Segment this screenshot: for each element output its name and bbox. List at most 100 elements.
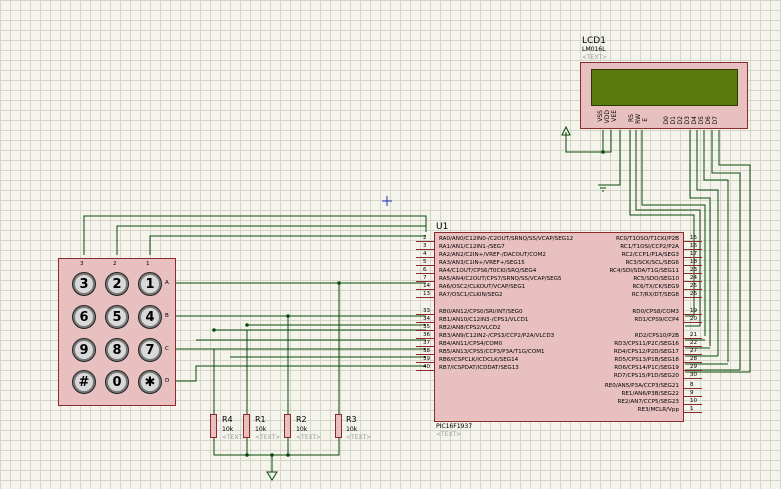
- mcu-left-pin-lead: [416, 354, 434, 355]
- mcu-left-pin-name: RB2/AN8/CPS2/VLCD2: [439, 325, 501, 331]
- mcu-right-pin-lead: [684, 265, 702, 266]
- keypad-row-c: C: [165, 346, 169, 352]
- lcd-pin-d3: D3: [684, 116, 691, 125]
- mcu-left-pin-lead: [416, 273, 434, 274]
- mcu-right-pin-name: RC4/SDI/SDA/T1G/SEG11: [609, 268, 679, 274]
- lcd-pin-d4: D4: [691, 116, 698, 125]
- key-4-label: 4: [141, 308, 159, 326]
- mcu-right-pin-name: RC3/SCK/SCL/SEG6: [625, 260, 679, 266]
- mcu-right-pin-name: RD7/CPS15/P1D/SEG20: [613, 373, 679, 379]
- mcu-left-pin-lead: [416, 322, 434, 323]
- key-7-label: 7: [141, 341, 159, 359]
- keypad-row-a: A: [165, 280, 169, 286]
- mcu-right-pin-name: RD6/CPS14/P1C/SEG19: [614, 365, 679, 371]
- key-0[interactable]: 0: [105, 370, 129, 394]
- r2-ref: R2: [296, 415, 307, 424]
- resistor-r2[interactable]: [284, 414, 291, 438]
- keypad-row-b: B: [165, 313, 169, 319]
- mcu-right-pin-lead: [684, 289, 702, 290]
- mcu-left-pin-name: RB7/ICSPDAT/ICDDAT/SEG13: [439, 365, 519, 371]
- key-5[interactable]: 5: [105, 305, 129, 329]
- mcu-right-pin-lead: [684, 378, 702, 379]
- key-7[interactable]: 7: [138, 338, 162, 362]
- lcd-pin-d0: D0: [663, 116, 670, 125]
- mcu-left-pin-name: RA0/AN0/C12IN0-/C2OUT/SRNQ/SS/VCAP/SEG12: [439, 236, 574, 242]
- mcu-left-pin-lead: [416, 370, 434, 371]
- mcu-right-pin-name: RC0/T1OSO/T1CKI/P2B: [615, 236, 679, 242]
- mcu-part: PIC16F1937: [436, 423, 473, 430]
- lcd-pin-d2: D2: [677, 116, 684, 125]
- key-8[interactable]: 8: [105, 338, 129, 362]
- mcu-left-pin-lead: [416, 249, 434, 250]
- mcu-right-pin-name: RD5/CPS13/P1B/SEG18: [614, 357, 679, 363]
- mcu-right-pin-name: RD2/CPS10/P2B: [634, 333, 679, 339]
- key-4[interactable]: 4: [138, 305, 162, 329]
- keypad-col-3: 3: [80, 261, 84, 267]
- lcd-pin-e: E: [642, 118, 649, 122]
- mcu-left-pin-name: RB4/AN11/CPS4/COM0: [439, 341, 503, 347]
- r2-text: <TEXT>: [296, 434, 322, 441]
- r3-text: <TEXT>: [346, 434, 372, 441]
- resistor-r1[interactable]: [243, 414, 250, 438]
- lcd-pin-vss: VSS: [597, 110, 604, 122]
- resistor-r3[interactable]: [335, 414, 342, 438]
- mcu-right-pin-lead: [684, 249, 702, 250]
- mcu-left-pin-name: RB0/AN12/CPS0/SRI/INT/SEG0: [439, 309, 523, 315]
- keypad-col-1: 1: [146, 261, 150, 267]
- r2-value: 10k: [296, 426, 308, 433]
- mcu-right-pin-lead: [684, 354, 702, 355]
- mcu-right-pin-name: RE3/MCLR/Vpp: [637, 407, 679, 413]
- key-1[interactable]: 1: [138, 272, 162, 296]
- mcu-left-pin-name: RB1/AN10/C12IN3-/CPS1/VLCD1: [439, 317, 529, 323]
- lcd-pin-d6: D6: [705, 116, 712, 125]
- mcu-reference: U1: [436, 222, 449, 232]
- key-star-label: ✱: [141, 373, 159, 391]
- mcu-left-pin-name: RA6/OSC2/CLKOUT/VCAP/SEG1: [439, 284, 526, 290]
- keypad-row-d: D: [165, 378, 170, 384]
- mcu-left-pin-name: RA7/OSC1/CLKIN/SEG2: [439, 292, 503, 298]
- mcu-right-pin-name: RC5/SDO/SEG10: [633, 276, 679, 282]
- r1-text: <TEXT>: [255, 434, 281, 441]
- lcd-part: LM016L: [582, 46, 606, 53]
- mcu-left-pin-lead: [416, 314, 434, 315]
- mcu-left-pin-name: RB3/AN9/C12IN2-/CPS3/CCP2/P2A/VLCD3: [439, 333, 555, 339]
- key-9[interactable]: 9: [72, 338, 96, 362]
- mcu-right-pin-name: RE2/AN7/CCP5/SEG23: [617, 399, 680, 405]
- keypad[interactable]: 3 2 1 6 5 4 9 8 7 # 0 ✱: [58, 258, 176, 406]
- mcu-left-pin-name: RB5/AN13/CPS5/CCP3/P3A/T1G/COM1: [439, 349, 545, 355]
- key-6[interactable]: 6: [72, 305, 96, 329]
- mcu-right-pin-name: RC2/CCP1/P1A/SEG3: [621, 252, 679, 258]
- mcu-right-pin-lead: [684, 297, 702, 298]
- keypad-col-2: 2: [113, 261, 117, 267]
- mcu-right-pin-lead: [684, 370, 702, 371]
- key-6-label: 6: [75, 308, 93, 326]
- mcu-left-pin-name: RA1/AN1/C12IN1-/SEG7: [439, 244, 505, 250]
- lcd-pin-d5: D5: [698, 116, 705, 125]
- mcu-right-pin-lead: [684, 322, 702, 323]
- resistor-r4[interactable]: [210, 414, 217, 438]
- r4-value: 10k: [222, 426, 234, 433]
- lcd-screen: [591, 69, 738, 106]
- lcd-reference: LCD1: [582, 36, 606, 46]
- mcu-left-pin-name: RA2/AN2/C2IN+/VREF-/DACOUT/COM2: [439, 252, 546, 258]
- mcu-right-pin-lead: [684, 362, 702, 363]
- key-2[interactable]: 2: [105, 272, 129, 296]
- key-2-label: 2: [108, 275, 126, 293]
- key-0-label: 0: [108, 373, 126, 391]
- r3-ref: R3: [346, 415, 357, 424]
- key-3-label: 3: [75, 275, 93, 293]
- mcu-right-pin-name: RC1/T1OSI/CCP2/P2A: [620, 244, 679, 250]
- key-3[interactable]: 3: [72, 272, 96, 296]
- mcu-right-pin-lead: [684, 412, 702, 413]
- mcu-left-pin-lead: [416, 297, 434, 298]
- key-hash[interactable]: #: [72, 370, 96, 394]
- mcu-right-pin-lead: [684, 346, 702, 347]
- key-star[interactable]: ✱: [138, 370, 162, 394]
- mcu-right-pin-name: RE1/AN6/P3B/SEG22: [621, 391, 679, 397]
- mcu-right-pin-name: RD1/CPS9/CCP4: [634, 317, 679, 323]
- mcu-left-pin-lead: [416, 281, 434, 282]
- lcd-pin-rs: RS: [628, 114, 635, 122]
- lcd-pin-vee: VEE: [611, 110, 618, 122]
- mcu-right-pin-lead: [684, 338, 702, 339]
- mcu-left-pin-lead: [416, 330, 434, 331]
